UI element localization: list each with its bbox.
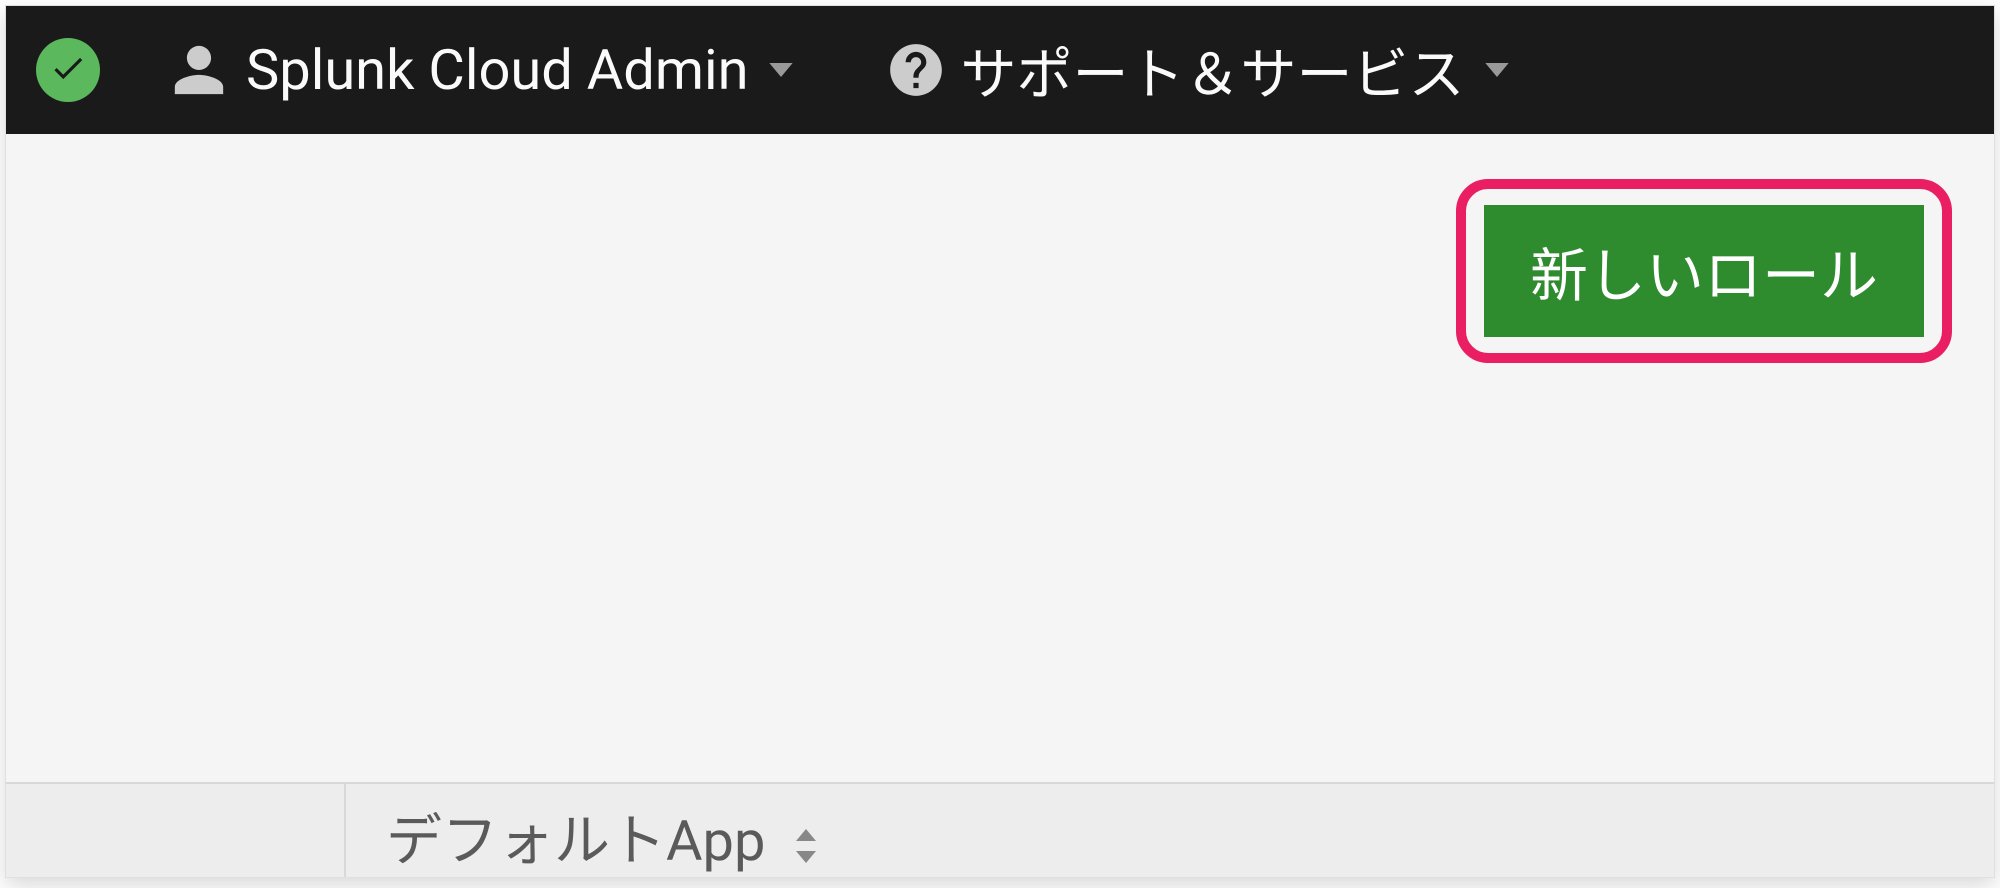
app-window: Splunk Cloud Admin サポート＆サービス <box>5 5 1995 878</box>
column-label: デフォルトApp <box>386 796 765 877</box>
user-icon <box>170 41 228 99</box>
caret-down-icon <box>767 60 795 80</box>
status-badge[interactable] <box>36 38 100 102</box>
check-icon <box>49 49 87 91</box>
help-icon <box>885 39 947 101</box>
table-header: デフォルトApp <box>6 782 1994 877</box>
content-area: 新しいロール デフォルトApp <box>6 134 1994 877</box>
top-header: Splunk Cloud Admin サポート＆サービス <box>6 6 1994 134</box>
caret-down-icon <box>1483 60 1511 80</box>
table-col-spacer <box>6 784 346 877</box>
highlight-annotation: 新しいロール <box>1456 179 1952 363</box>
user-menu[interactable]: Splunk Cloud Admin <box>170 37 795 103</box>
new-role-button[interactable]: 新しいロール <box>1484 205 1924 337</box>
support-services-menu[interactable]: サポート＆サービス <box>885 30 1511 111</box>
table-col-default-app[interactable]: デフォルトApp <box>346 784 1994 877</box>
sort-icon <box>793 827 819 865</box>
support-label: サポート＆サービス <box>961 30 1465 111</box>
user-label: Splunk Cloud Admin <box>246 37 749 103</box>
